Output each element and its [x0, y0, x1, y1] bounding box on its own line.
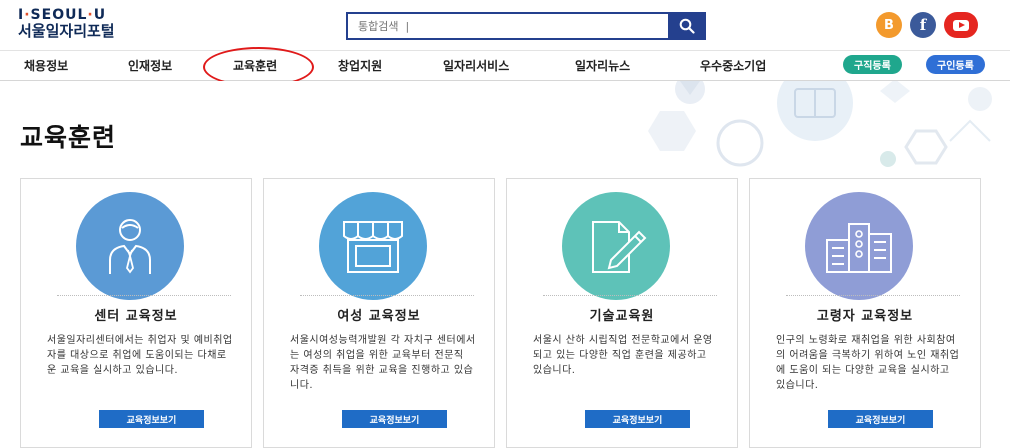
card-divider [786, 295, 960, 296]
youtube-button[interactable] [944, 12, 978, 38]
facebook-button[interactable]: f [910, 12, 936, 38]
youtube-icon [953, 19, 969, 31]
card-title: 센터 교육정보 [94, 309, 178, 324]
shop-icon [343, 221, 403, 273]
card-women-education: 여성 교육정보 서울시여성능력개발원 각 자치구 센터에서는 여성의 취업을 위… [263, 178, 495, 448]
logo-text-seoul: SEOUL [30, 7, 88, 23]
main-nav: 채용정보 인재정보 교육훈련 창업지원 일자리서비스 일자리뉴스 우수중소기업 … [0, 50, 1010, 81]
logo-text-u: U [93, 7, 107, 23]
card-icon-circle [319, 192, 427, 300]
site-logo[interactable]: I·SEOUL·U 서울일자리포털 [18, 8, 115, 39]
document-pen-icon [592, 221, 647, 273]
job-register-button[interactable]: 구직등록 [843, 55, 902, 74]
logo-subtitle: 서울일자리포털 [18, 22, 115, 40]
card-technical-school: 기술교육원 서울시 산하 시립직업 전문학교에서 운영되고 있는 다양한 직업 … [506, 178, 738, 448]
card-icon-circle [76, 192, 184, 300]
search-icon [679, 18, 695, 34]
site-header: I·SEOUL·U 서울일자리포털 B f [0, 0, 1010, 51]
nav-item-jobs[interactable]: 채용정보 [24, 57, 68, 74]
card-divider [57, 295, 231, 296]
blog-button[interactable]: B [876, 12, 902, 38]
view-education-button[interactable]: 교육정보보기 [585, 410, 690, 428]
card-title: 고령자 교육정보 [816, 309, 914, 324]
building-icon [826, 223, 892, 273]
card-description: 서울시여성능력개발원 각 자치구 센터에서는 여성의 취업을 위한 교육부터 전… [290, 335, 476, 391]
card-description: 인구의 노령화로 재취업을 위한 사회참여의 어려움을 극복하기 위하여 노인 … [776, 335, 960, 391]
view-education-button[interactable]: 교육정보보기 [828, 410, 933, 428]
blog-icon: B [884, 17, 894, 33]
card-senior-education: 고령자 교육정보 인구의 노령화로 재취업을 위한 사회참여의 어려움을 극복하… [749, 178, 981, 448]
nav-item-startup[interactable]: 창업지원 [338, 57, 382, 74]
card-description: 서울시 산하 시립직업 전문학교에서 운영되고 있는 다양한 직업 훈련을 제공… [533, 335, 713, 376]
nav-item-job-news[interactable]: 일자리뉴스 [575, 57, 630, 74]
hire-register-button[interactable]: 구인등록 [926, 55, 985, 74]
card-icon-circle [562, 192, 670, 300]
facebook-icon: f [919, 16, 927, 34]
card-title: 여성 교육정보 [337, 309, 421, 324]
nav-item-sme[interactable]: 우수중소기업 [700, 57, 766, 74]
card-divider [543, 295, 717, 296]
view-education-button[interactable]: 교육정보보기 [99, 410, 204, 428]
search-button[interactable] [668, 12, 706, 40]
card-center-education: 센터 교육정보 서울일자리센터에서는 취업자 및 예비취업자를 대상으로 취업에… [20, 178, 252, 448]
search-box [346, 12, 706, 40]
card-title: 기술교육원 [589, 309, 655, 324]
card-description: 서울일자리센터에서는 취업자 및 예비취업자를 대상으로 취업에 도움이되는 다… [47, 335, 233, 376]
search-input[interactable] [358, 17, 658, 35]
hero-banner [0, 81, 1010, 171]
card-icon-circle [805, 192, 913, 300]
person-icon [109, 219, 151, 274]
card-divider [300, 295, 474, 296]
page-title: 교육훈련 [20, 123, 117, 152]
nav-item-talent[interactable]: 인재정보 [128, 57, 172, 74]
nav-item-job-services[interactable]: 일자리서비스 [443, 57, 509, 74]
view-education-button[interactable]: 교육정보보기 [342, 410, 447, 428]
decorative-shapes [648, 81, 992, 167]
